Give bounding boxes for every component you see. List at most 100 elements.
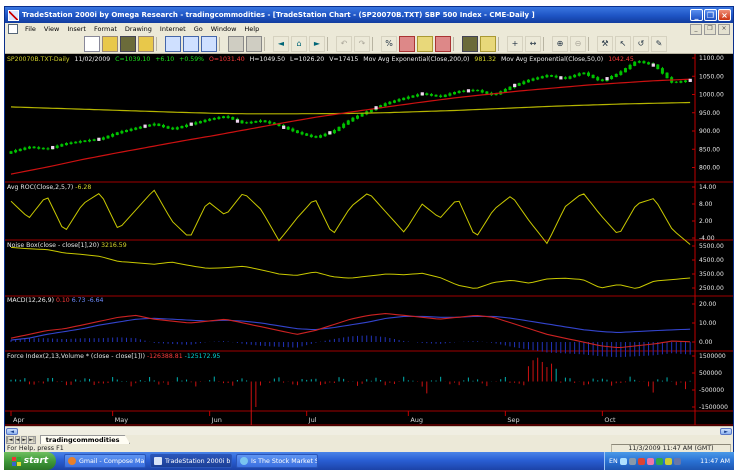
page-setup-icon[interactable] xyxy=(246,36,262,52)
internet-home-icon[interactable]: ⌂ xyxy=(291,36,307,52)
toolbar: ◄⌂►↶↷%+↔⊕⊖⚒↖↺✎ xyxy=(5,35,733,54)
undo-icon[interactable]: ↺ xyxy=(633,36,649,52)
close-workspace-icon[interactable] xyxy=(138,36,154,52)
cursor-cross-icon[interactable]: + xyxy=(507,36,523,52)
axis-tick-label: -1500000 xyxy=(699,404,728,411)
taskbar-button-tradestation[interactable]: TradeStation 2000i b... xyxy=(150,454,232,468)
symbol-label: SP20070B.TXT-Daily xyxy=(7,56,70,63)
tray-icon-1[interactable] xyxy=(629,458,636,465)
drawing-tools-icon[interactable]: ✎ xyxy=(651,36,667,52)
tools-icon[interactable]: ⚒ xyxy=(597,36,613,52)
tray-icon-6[interactable] xyxy=(674,458,681,465)
snapshot-icon[interactable] xyxy=(480,36,496,52)
axis-tick-label: 2500.00 xyxy=(699,285,724,292)
child-minimize-button[interactable]: _ xyxy=(690,24,702,35)
menu-window[interactable]: Window xyxy=(207,25,241,33)
menu-drawing[interactable]: Drawing xyxy=(121,25,156,33)
start-button[interactable]: start xyxy=(4,452,56,470)
new-workspace-icon[interactable] xyxy=(84,36,100,52)
tray-icon-4[interactable] xyxy=(656,458,663,465)
month-label: Jun xyxy=(211,416,222,424)
save-workspace-icon[interactable] xyxy=(120,36,136,52)
menu-insert[interactable]: Insert xyxy=(63,25,90,33)
month-start-marker xyxy=(51,146,54,149)
axis-tick-label: 4500.00 xyxy=(699,257,724,264)
month-start-marker xyxy=(282,126,285,129)
tray-icon-3[interactable] xyxy=(647,458,654,465)
internet-forward-icon[interactable]: ► xyxy=(309,36,325,52)
child-restore-button[interactable]: ❐ xyxy=(704,24,716,35)
menu-view[interactable]: View xyxy=(40,25,63,33)
pointer-icon[interactable]: ↖ xyxy=(615,36,631,52)
find-symbol-icon[interactable] xyxy=(462,36,478,52)
month-label: Jul xyxy=(308,416,317,424)
tab-tradingcommodities[interactable]: tradingcommodities xyxy=(40,435,131,445)
axis-tick-label: 850.00 xyxy=(699,146,720,153)
horizontal-scrollbar[interactable]: ◄ ► xyxy=(5,426,733,435)
scroll-left-button[interactable]: ◄ xyxy=(6,428,18,435)
percent-change-icon[interactable]: % xyxy=(381,36,397,52)
force-value-1: -126388.81 xyxy=(147,353,183,360)
menu-help[interactable]: Help xyxy=(240,25,263,33)
title-bar[interactable]: TradeStation 2000i by Omega Research - t… xyxy=(5,7,733,23)
open-workspace-icon[interactable] xyxy=(102,36,118,52)
month-start-marker xyxy=(513,84,516,87)
axis-tick-label: 14.00 xyxy=(699,184,716,191)
language-indicator[interactable]: EN xyxy=(609,458,618,465)
minimize-button[interactable]: _ xyxy=(690,9,703,21)
ema50-value: 1042.45 xyxy=(608,56,634,63)
format-window-icon[interactable] xyxy=(417,36,433,52)
child-close-button[interactable]: × xyxy=(718,24,730,35)
menu-format[interactable]: Format xyxy=(90,25,121,33)
axis-tick-label: 5500.00 xyxy=(699,243,724,250)
tab-nav-button-0[interactable]: |◄ xyxy=(6,436,14,444)
new-chart-window-icon[interactable] xyxy=(165,36,181,52)
internet-back-icon[interactable]: ◄ xyxy=(273,36,289,52)
tray-icon-0[interactable] xyxy=(620,458,627,465)
axis-tick-label: 3500.00 xyxy=(699,271,724,278)
chart-canvas[interactable]: 1100.001050.001000.00950.00900.00850.008… xyxy=(5,54,733,426)
taskbar-button-gmail[interactable]: Gmail - Compose Mail ... xyxy=(64,454,146,468)
scroll-right-button[interactable]: ► xyxy=(720,428,732,435)
axis-tick-label: -4.00 xyxy=(699,235,715,242)
windows-flag-icon xyxy=(12,457,21,466)
status-help-text: For Help, press F1 xyxy=(7,445,64,452)
tray-icon-5[interactable] xyxy=(665,458,672,465)
chart-area[interactable]: 1100.001050.001000.00950.00900.00850.008… xyxy=(5,54,733,426)
volume-value: V=17415 xyxy=(329,56,358,63)
tab-nav-button-1[interactable]: ◄ xyxy=(15,436,21,444)
noise-pane-label: Noise Box(close - close[1],20) 3216.59 xyxy=(7,242,127,249)
month-label: Oct xyxy=(604,416,616,424)
axis-tick-label: -500000 xyxy=(699,387,724,394)
menu-file[interactable]: File xyxy=(21,25,40,33)
window-title: TradeStation 2000i by Omega Research - t… xyxy=(22,11,535,19)
internet-explorer-icon xyxy=(240,457,248,465)
new-quote-window-icon[interactable] xyxy=(183,36,199,52)
child-window-icon[interactable] xyxy=(8,24,18,34)
menu-internet[interactable]: Internet xyxy=(156,25,190,33)
price-data-line: SP20070B.TXT-Daily 11/02/2009 C=1039.10 … xyxy=(7,56,637,63)
taskbar-clock: 11:47 AM xyxy=(700,458,730,465)
month-start-marker xyxy=(374,106,377,109)
cursor-bars-icon[interactable]: ↔ xyxy=(525,36,541,52)
delete-analysis-icon[interactable] xyxy=(435,36,451,52)
zoom-out-icon: ⊖ xyxy=(570,36,586,52)
tray-icon-2[interactable] xyxy=(638,458,645,465)
menu-go[interactable]: Go xyxy=(190,25,207,33)
month-label: Aug xyxy=(410,416,423,424)
month-label: May xyxy=(115,416,129,424)
axis-tick-label: 1050.00 xyxy=(699,73,724,80)
insert-analysis-icon[interactable] xyxy=(399,36,415,52)
tab-nav-button-3[interactable]: ►| xyxy=(28,436,36,444)
new-data-window-icon[interactable] xyxy=(201,36,217,52)
taskbar-button-ie[interactable]: Is The Stock Market S... xyxy=(236,454,318,468)
zoom-in-icon[interactable]: ⊕ xyxy=(552,36,568,52)
month-start-marker xyxy=(559,76,562,79)
bar-date: 11/02/2009 xyxy=(75,56,111,63)
restore-button[interactable]: ❐ xyxy=(704,9,717,21)
browser-icon xyxy=(68,457,76,465)
tab-nav-button-2[interactable]: ► xyxy=(21,436,27,444)
print-icon[interactable] xyxy=(228,36,244,52)
change-value: +6.10 xyxy=(155,56,174,63)
close-button[interactable]: × xyxy=(718,9,731,21)
